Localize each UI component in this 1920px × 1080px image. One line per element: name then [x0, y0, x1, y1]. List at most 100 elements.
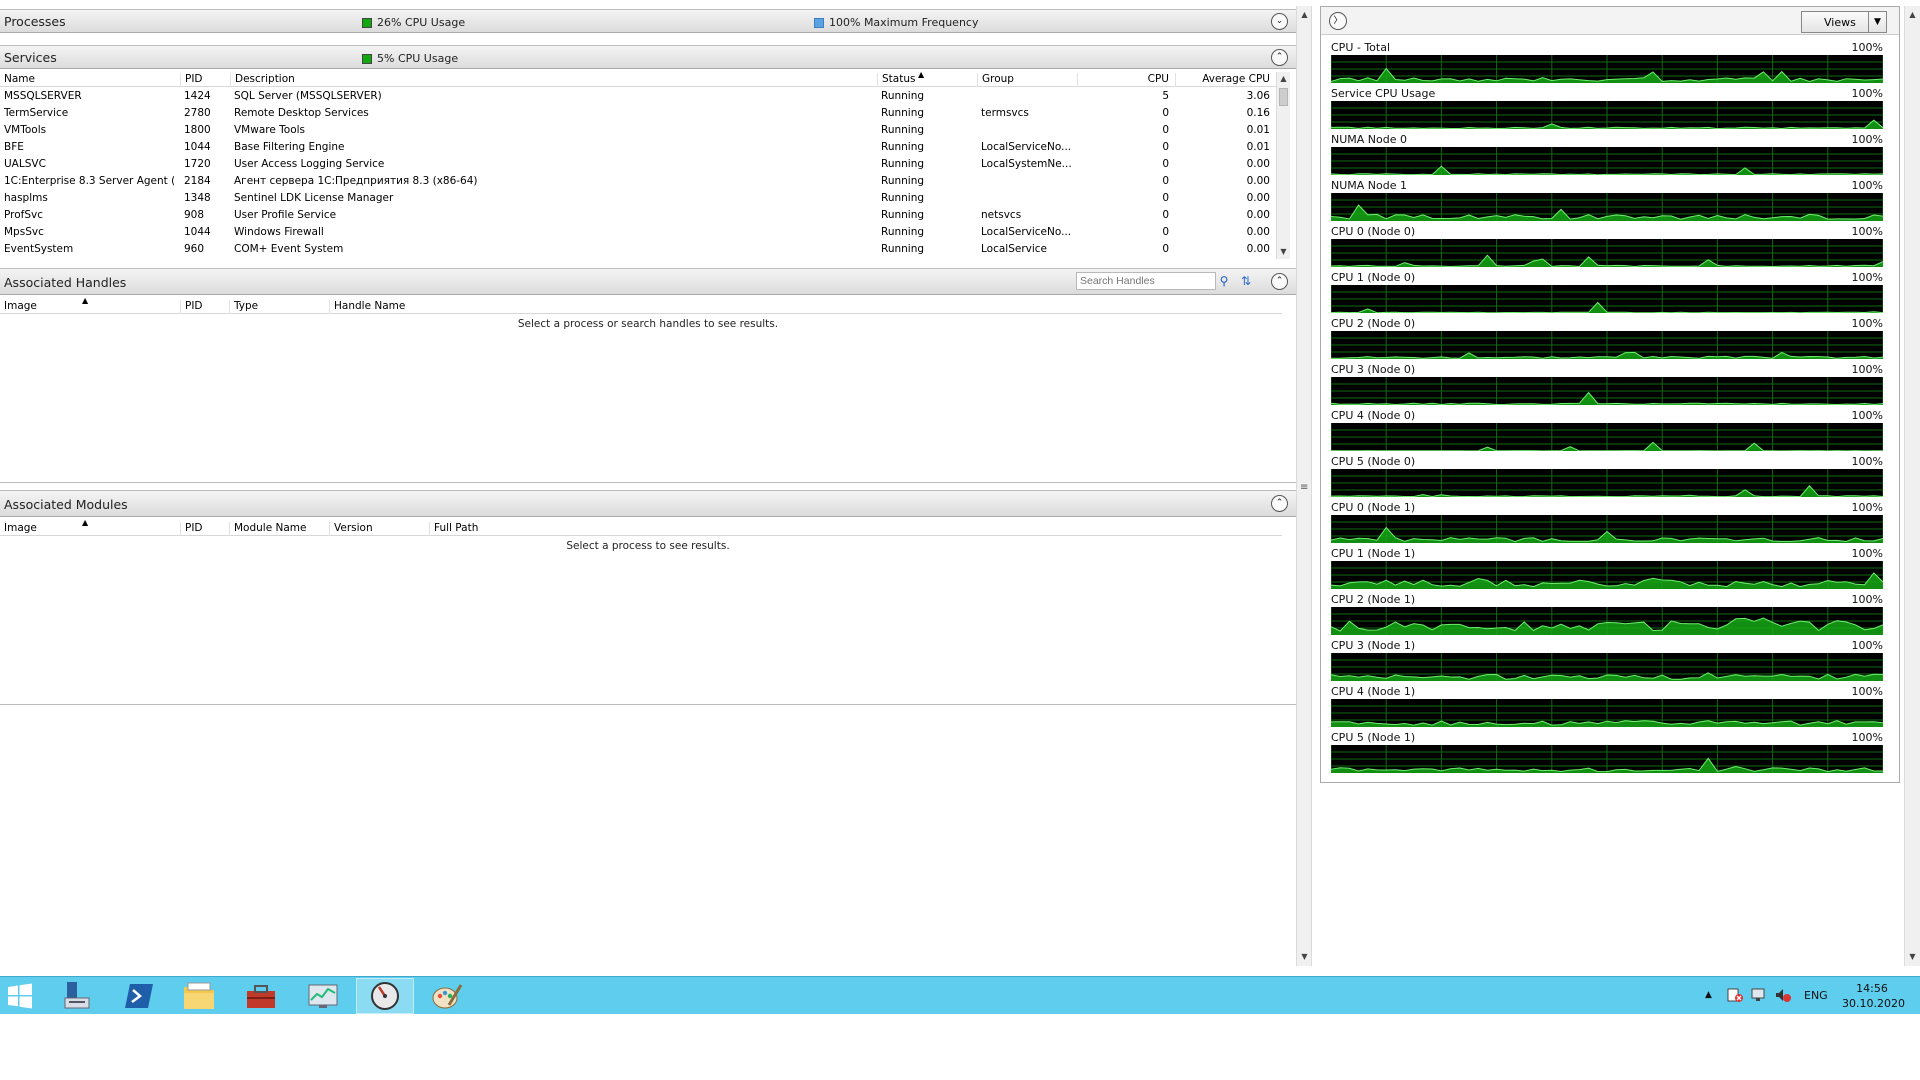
processes-cpu-usage: 26% CPU Usage	[377, 16, 466, 29]
col-full-path[interactable]: Full Path	[429, 522, 1279, 536]
col-average-cpu[interactable]: Average CPU	[1175, 73, 1273, 87]
network-icon[interactable]	[1750, 987, 1768, 1025]
handles-collapse-icon[interactable]: ⌃	[1271, 273, 1288, 290]
table-row[interactable]: 1C:Enterprise 8.3 Server Agent (... 2184 А…	[0, 173, 1282, 190]
table-row[interactable]: ProfSvc 908 User Profile Service Running net…	[0, 207, 1282, 224]
graph-title: CPU 5 (Node 0)	[1331, 455, 1416, 468]
processes-header[interactable]: Processes 26% CPU Usage 100% Maximum Fre…	[0, 9, 1296, 33]
table-row[interactable]: MpsSvc 1044 Windows Firewall Running LocalSe…	[0, 224, 1282, 241]
col-pid[interactable]: PID	[180, 522, 230, 536]
services-header[interactable]: Services 5% CPU Usage ⌃	[0, 45, 1296, 69]
cell-name: 1C:Enterprise 8.3 Server Agent (...	[4, 175, 174, 187]
resource-monitor-icon[interactable]	[356, 978, 414, 1014]
col-pid[interactable]: PID	[180, 73, 232, 87]
graphs-panel: 〉 Views ▼ CPU - Total 100% Service CPU Usa…	[1320, 6, 1900, 783]
search-handles-input[interactable]	[1076, 272, 1216, 290]
scroll-up-icon[interactable]: ▲	[1298, 8, 1311, 22]
col-group[interactable]: Group	[977, 73, 1077, 87]
powershell-icon[interactable]	[110, 978, 168, 1014]
sort-ascending-icon: ▲	[82, 518, 89, 527]
cpu-usage-graph	[1331, 423, 1883, 451]
volume-muted-icon[interactable]	[1774, 987, 1792, 1025]
col-status[interactable]: Status	[877, 73, 977, 87]
col-pid[interactable]: PID	[180, 300, 230, 314]
search-icon[interactable]: ⚲	[1216, 273, 1232, 289]
pane-splitter[interactable]: ▲ ≡ ▼	[1296, 6, 1312, 966]
cell-group: LocalServiceNo...	[981, 141, 1072, 153]
show-hidden-icons-icon[interactable]: ▲	[1705, 990, 1712, 1028]
services-cpu-usage: 5% CPU Usage	[377, 52, 459, 65]
cell-pid: 2184	[184, 175, 211, 187]
cell-name: BFE	[4, 141, 24, 153]
language-indicator[interactable]: ENG	[1804, 989, 1828, 1027]
cell-cpu: 0	[1162, 243, 1169, 255]
splitter-grip-icon[interactable]: ≡	[1300, 482, 1308, 493]
cell-pid: 1348	[184, 192, 211, 204]
graph-title: CPU 1 (Node 1)	[1331, 547, 1416, 560]
graph-scale-max: 100%	[1851, 409, 1883, 422]
cell-pid: 1424	[184, 90, 211, 102]
col-handle-name[interactable]: Handle Name	[329, 300, 1279, 314]
col-image[interactable]: Image	[0, 522, 180, 536]
frequency-legend-swatch	[814, 17, 824, 28]
col-name[interactable]: Name	[0, 73, 180, 87]
cell-description: Агент сервера 1С:Предприятия 8.3 (x86-64…	[234, 175, 478, 187]
server-manager-icon[interactable]	[48, 978, 106, 1014]
cell-description: Remote Desktop Services	[234, 107, 369, 119]
col-description[interactable]: Description	[230, 73, 878, 87]
cell-pid: 1800	[184, 124, 211, 136]
cell-description: Windows Firewall	[234, 226, 324, 238]
graph-scale-max: 100%	[1851, 547, 1883, 560]
modules-collapse-icon[interactable]: ⌃	[1271, 495, 1288, 512]
processes-expand-icon[interactable]: ⌄	[1271, 13, 1288, 30]
clock[interactable]: 14:56 30.10.2020	[1842, 981, 1905, 1019]
services-collapse-icon[interactable]: ⌃	[1271, 49, 1288, 66]
modules-header[interactable]: Associated Modules ⌃	[0, 490, 1296, 517]
refresh-icon[interactable]: ⇅	[1238, 273, 1254, 289]
cpu-graph-block: CPU 4 (Node 0) 100%	[1331, 409, 1883, 455]
cell-name: UALSVC	[4, 158, 46, 170]
scroll-up-icon[interactable]: ▲	[1906, 8, 1919, 22]
toolbox-icon[interactable]	[232, 978, 290, 1014]
action-center-icon[interactable]	[1726, 987, 1744, 1025]
cpu-usage-graph	[1331, 193, 1883, 221]
chevron-down-icon[interactable]: ▼	[1868, 12, 1886, 32]
right-scrollbar[interactable]: ▲ ▼	[1904, 6, 1920, 966]
graph-title: CPU 3 (Node 0)	[1331, 363, 1416, 376]
collapse-right-pane-icon[interactable]: 〉	[1329, 12, 1347, 30]
table-row[interactable]: TermService 2780 Remote Desktop Services Ru…	[0, 105, 1282, 122]
scroll-down-icon[interactable]: ▼	[1298, 950, 1311, 964]
table-row[interactable]: VMTools 1800 VMware Tools Running 0 0.01	[0, 122, 1282, 139]
graph-title: CPU 0 (Node 1)	[1331, 501, 1416, 514]
cell-pid: 1720	[184, 158, 211, 170]
processes-title: Processes	[4, 14, 66, 29]
table-row[interactable]: EventSystem 960 COM+ Event System Running Lo…	[0, 241, 1282, 258]
scroll-up-icon[interactable]: ▲	[1277, 72, 1290, 86]
cpu-graph-block: CPU 2 (Node 0) 100%	[1331, 317, 1883, 363]
scroll-down-icon[interactable]: ▼	[1277, 245, 1290, 259]
views-dropdown[interactable]: Views ▼	[1801, 11, 1887, 33]
col-type[interactable]: Type	[229, 300, 329, 314]
table-row[interactable]: MSSQLSERVER 1424 SQL Server (MSSQLSERVER) R…	[0, 88, 1282, 105]
col-module-name[interactable]: Module Name	[229, 522, 329, 536]
table-row[interactable]: BFE 1044 Base Filtering Engine Running Local…	[0, 139, 1282, 156]
graph-scale-max: 100%	[1851, 455, 1883, 468]
col-cpu[interactable]: CPU	[1077, 73, 1175, 87]
modules-empty-message: Select a process to see results.	[566, 540, 730, 552]
cell-status: Running	[881, 226, 925, 238]
cell-status: Running	[881, 158, 925, 170]
cpu-legend-swatch	[362, 53, 372, 64]
col-version[interactable]: Version	[329, 522, 429, 536]
table-row[interactable]: UALSVC 1720 User Access Logging Service Run…	[0, 156, 1282, 173]
table-row[interactable]: hasplms 1348 Sentinel LDK License Manager R…	[0, 190, 1282, 207]
handles-header[interactable]: Associated Handles ⚲ ⇅ ⌃	[0, 268, 1296, 295]
paint-icon[interactable]	[418, 978, 476, 1014]
cell-average-cpu: 0.00	[1246, 243, 1270, 255]
file-explorer-icon[interactable]	[170, 978, 228, 1014]
services-scrollbar[interactable]: ▲ ▼	[1276, 72, 1290, 259]
col-image[interactable]: Image	[0, 300, 180, 314]
scroll-down-icon[interactable]: ▼	[1906, 950, 1919, 964]
performance-monitor-icon[interactable]	[294, 978, 352, 1014]
scroll-thumb[interactable]	[1279, 88, 1288, 106]
windows-start-icon[interactable]	[0, 978, 40, 1014]
